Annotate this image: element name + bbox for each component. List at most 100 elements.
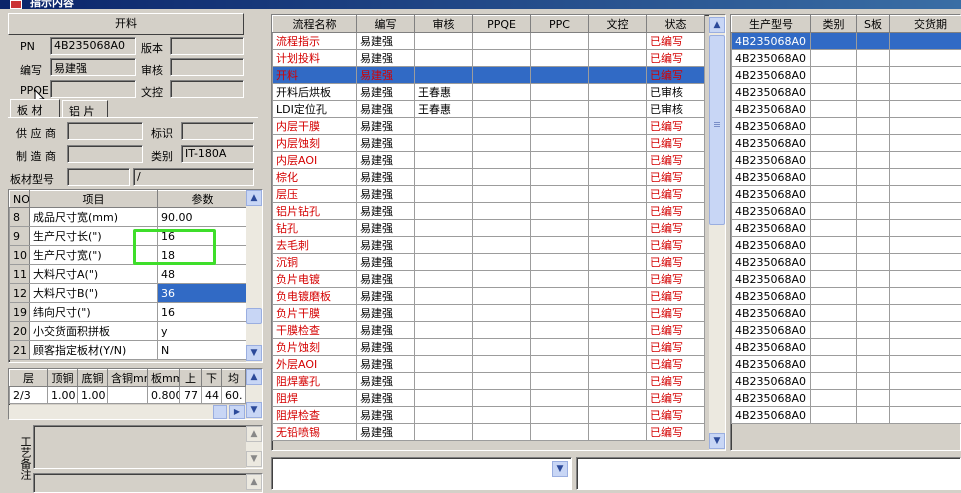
doc-control-field[interactable] [170, 80, 244, 98]
prod-col-header[interactable]: S板 [857, 16, 890, 33]
scroll-down-icon[interactable]: ▼ [709, 433, 725, 449]
tab-aluminum[interactable]: 铝 片 [62, 100, 108, 118]
flow-row[interactable]: 阻焊易建强已编写 [273, 390, 705, 407]
flow-col-header[interactable]: PPC [531, 16, 589, 33]
flow-row[interactable]: 内层蚀刻易建强已编写 [273, 135, 705, 152]
layer-hscrollbar[interactable]: ▶ [9, 405, 246, 419]
manufacturer-field[interactable] [67, 145, 143, 163]
layer-row[interactable]: 2/31.001.000.800774460. [10, 387, 246, 404]
layer-col-header[interactable]: 均 [222, 370, 246, 387]
prod-row[interactable]: 4B235068A0 [732, 118, 961, 135]
layer-col-header[interactable]: 层 [10, 370, 48, 387]
prod-row[interactable]: 4B235068A0 [732, 33, 961, 50]
param-row[interactable]: 21顾客指定板材(Y/N)N [10, 341, 248, 360]
flow-row[interactable]: 无铅喷锡易建强已编写 [273, 424, 705, 441]
param-value[interactable]: 16 [158, 303, 248, 322]
scroll-right-icon[interactable]: ▶ [229, 405, 245, 419]
scroll-down-icon[interactable]: ▼ [246, 345, 262, 361]
prod-row[interactable]: 4B235068A0 [732, 390, 961, 407]
layer-col-header[interactable]: 顶铜 [48, 370, 78, 387]
layer-col-header[interactable]: 板mm [148, 370, 180, 387]
remarks-field-1[interactable]: ▲ ▼ [33, 425, 263, 469]
review-field[interactable] [170, 58, 244, 76]
col-header-param[interactable]: 参数 [158, 191, 248, 208]
flow-row[interactable]: 层压易建强已编写 [273, 186, 705, 203]
param-row[interactable]: 20小交货面积拼板y [10, 322, 248, 341]
prod-row[interactable]: 4B235068A0 [732, 186, 961, 203]
flow-row[interactable]: 棕化易建强已编写 [273, 169, 705, 186]
flow-row[interactable]: 流程指示易建强已编写 [273, 33, 705, 50]
prod-row[interactable]: 4B235068A0 [732, 288, 961, 305]
prod-row[interactable]: 4B235068A0 [732, 373, 961, 390]
params-scrollbar[interactable]: ▲ ▼ [246, 190, 262, 362]
flow-col-header[interactable]: 审核 [415, 16, 473, 33]
version-field[interactable] [170, 37, 244, 55]
layer-col-header[interactable]: 下 [202, 370, 222, 387]
tab-board[interactable]: 板 材 [10, 99, 60, 117]
scroll-up-icon[interactable]: ▲ [246, 426, 262, 442]
mark-field[interactable] [181, 122, 254, 140]
param-value[interactable]: 90.00 [158, 208, 248, 227]
scroll-thumb[interactable] [246, 308, 262, 324]
author-field[interactable]: 易建强 [50, 58, 136, 76]
hscroll-thumb[interactable] [213, 405, 227, 419]
param-value[interactable]: N [158, 341, 248, 360]
prod-row[interactable]: 4B235068A0 [732, 339, 961, 356]
param-row[interactable]: 8成品尺寸宽(mm)90.00 [10, 208, 248, 227]
flow-row[interactable]: 去毛刺易建强已编写 [273, 237, 705, 254]
prod-col-header[interactable]: 类别 [811, 16, 857, 33]
layer-scrollbar[interactable]: ▲ ▼ [246, 369, 262, 419]
dropdown-arrow-icon[interactable]: ▼ [552, 461, 568, 477]
prod-row[interactable]: 4B235068A0 [732, 220, 961, 237]
prod-row[interactable]: 4B235068A0 [732, 84, 961, 101]
prod-col-header[interactable]: 交货期 [890, 16, 961, 33]
supplier-field[interactable] [67, 122, 143, 140]
col-header-item[interactable]: 项目 [30, 191, 158, 208]
flow-row[interactable]: 钻孔易建强已编写 [273, 220, 705, 237]
flow-scrollbar[interactable]: ▲ ▼ [709, 15, 725, 450]
param-row[interactable]: 12大料尺寸B(")36 [10, 284, 248, 303]
prod-row[interactable]: 4B235068A0 [732, 203, 961, 220]
category-field[interactable]: IT-180A [181, 145, 254, 163]
prod-row[interactable]: 4B235068A0 [732, 101, 961, 118]
scroll-up-icon[interactable]: ▲ [709, 17, 725, 33]
prod-row[interactable]: 4B235068A0 [732, 356, 961, 373]
flow-row[interactable]: 铝片钻孔易建强已编写 [273, 203, 705, 220]
prod-row[interactable]: 4B235068A0 [732, 152, 961, 169]
note-field[interactable] [576, 457, 961, 490]
prod-row[interactable]: 4B235068A0 [732, 169, 961, 186]
prod-row[interactable]: 4B235068A0 [732, 271, 961, 288]
remarks-field-2[interactable]: ▲ [33, 473, 263, 493]
prod-row[interactable]: 4B235068A0 [732, 50, 961, 67]
flow-row[interactable]: 开料后烘板易建强王春惠已审核 [273, 84, 705, 101]
param-value[interactable]: y [158, 322, 248, 341]
flow-row[interactable]: 干膜检查易建强已编写 [273, 322, 705, 339]
flow-col-header[interactable]: 编写 [357, 16, 415, 33]
flow-row[interactable]: LDI定位孔易建强王春惠已审核 [273, 101, 705, 118]
param-value[interactable]: 48 [158, 265, 248, 284]
prod-row[interactable]: 4B235068A0 [732, 407, 961, 424]
scroll-up-icon[interactable]: ▲ [246, 369, 262, 385]
scroll-down-icon[interactable]: ▼ [246, 451, 262, 467]
scroll-thumb[interactable] [709, 35, 725, 225]
param-row[interactable]: 11大料尺寸A(")48 [10, 265, 248, 284]
layer-col-header[interactable]: 上 [180, 370, 202, 387]
prod-row[interactable]: 4B235068A0 [732, 237, 961, 254]
flow-row[interactable]: 内层干膜易建强已编写 [273, 118, 705, 135]
flow-col-header[interactable]: 文控 [589, 16, 647, 33]
flow-row[interactable]: 沉铜易建强已编写 [273, 254, 705, 271]
param-row[interactable]: 19纬向尺寸(")16 [10, 303, 248, 322]
flow-col-header[interactable]: 流程名称 [273, 16, 357, 33]
flow-row[interactable]: 负电镀磨板易建强已编写 [273, 288, 705, 305]
flow-row[interactable]: 阻焊塞孔易建强已编写 [273, 373, 705, 390]
ppqe-field[interactable] [50, 80, 136, 98]
board-model-field-2[interactable]: / [133, 168, 254, 186]
scroll-up-icon[interactable]: ▲ [246, 474, 262, 490]
remarks-scrollbar[interactable]: ▲ ▼ [246, 426, 262, 468]
flow-row[interactable]: 负片电镀易建强已编写 [273, 271, 705, 288]
flow-row[interactable]: 外层AOI易建强已编写 [273, 356, 705, 373]
flow-col-header[interactable]: PPQE [473, 16, 531, 33]
board-model-field-1[interactable] [67, 168, 130, 186]
scroll-down-icon[interactable]: ▼ [246, 402, 262, 418]
prod-row[interactable]: 4B235068A0 [732, 305, 961, 322]
